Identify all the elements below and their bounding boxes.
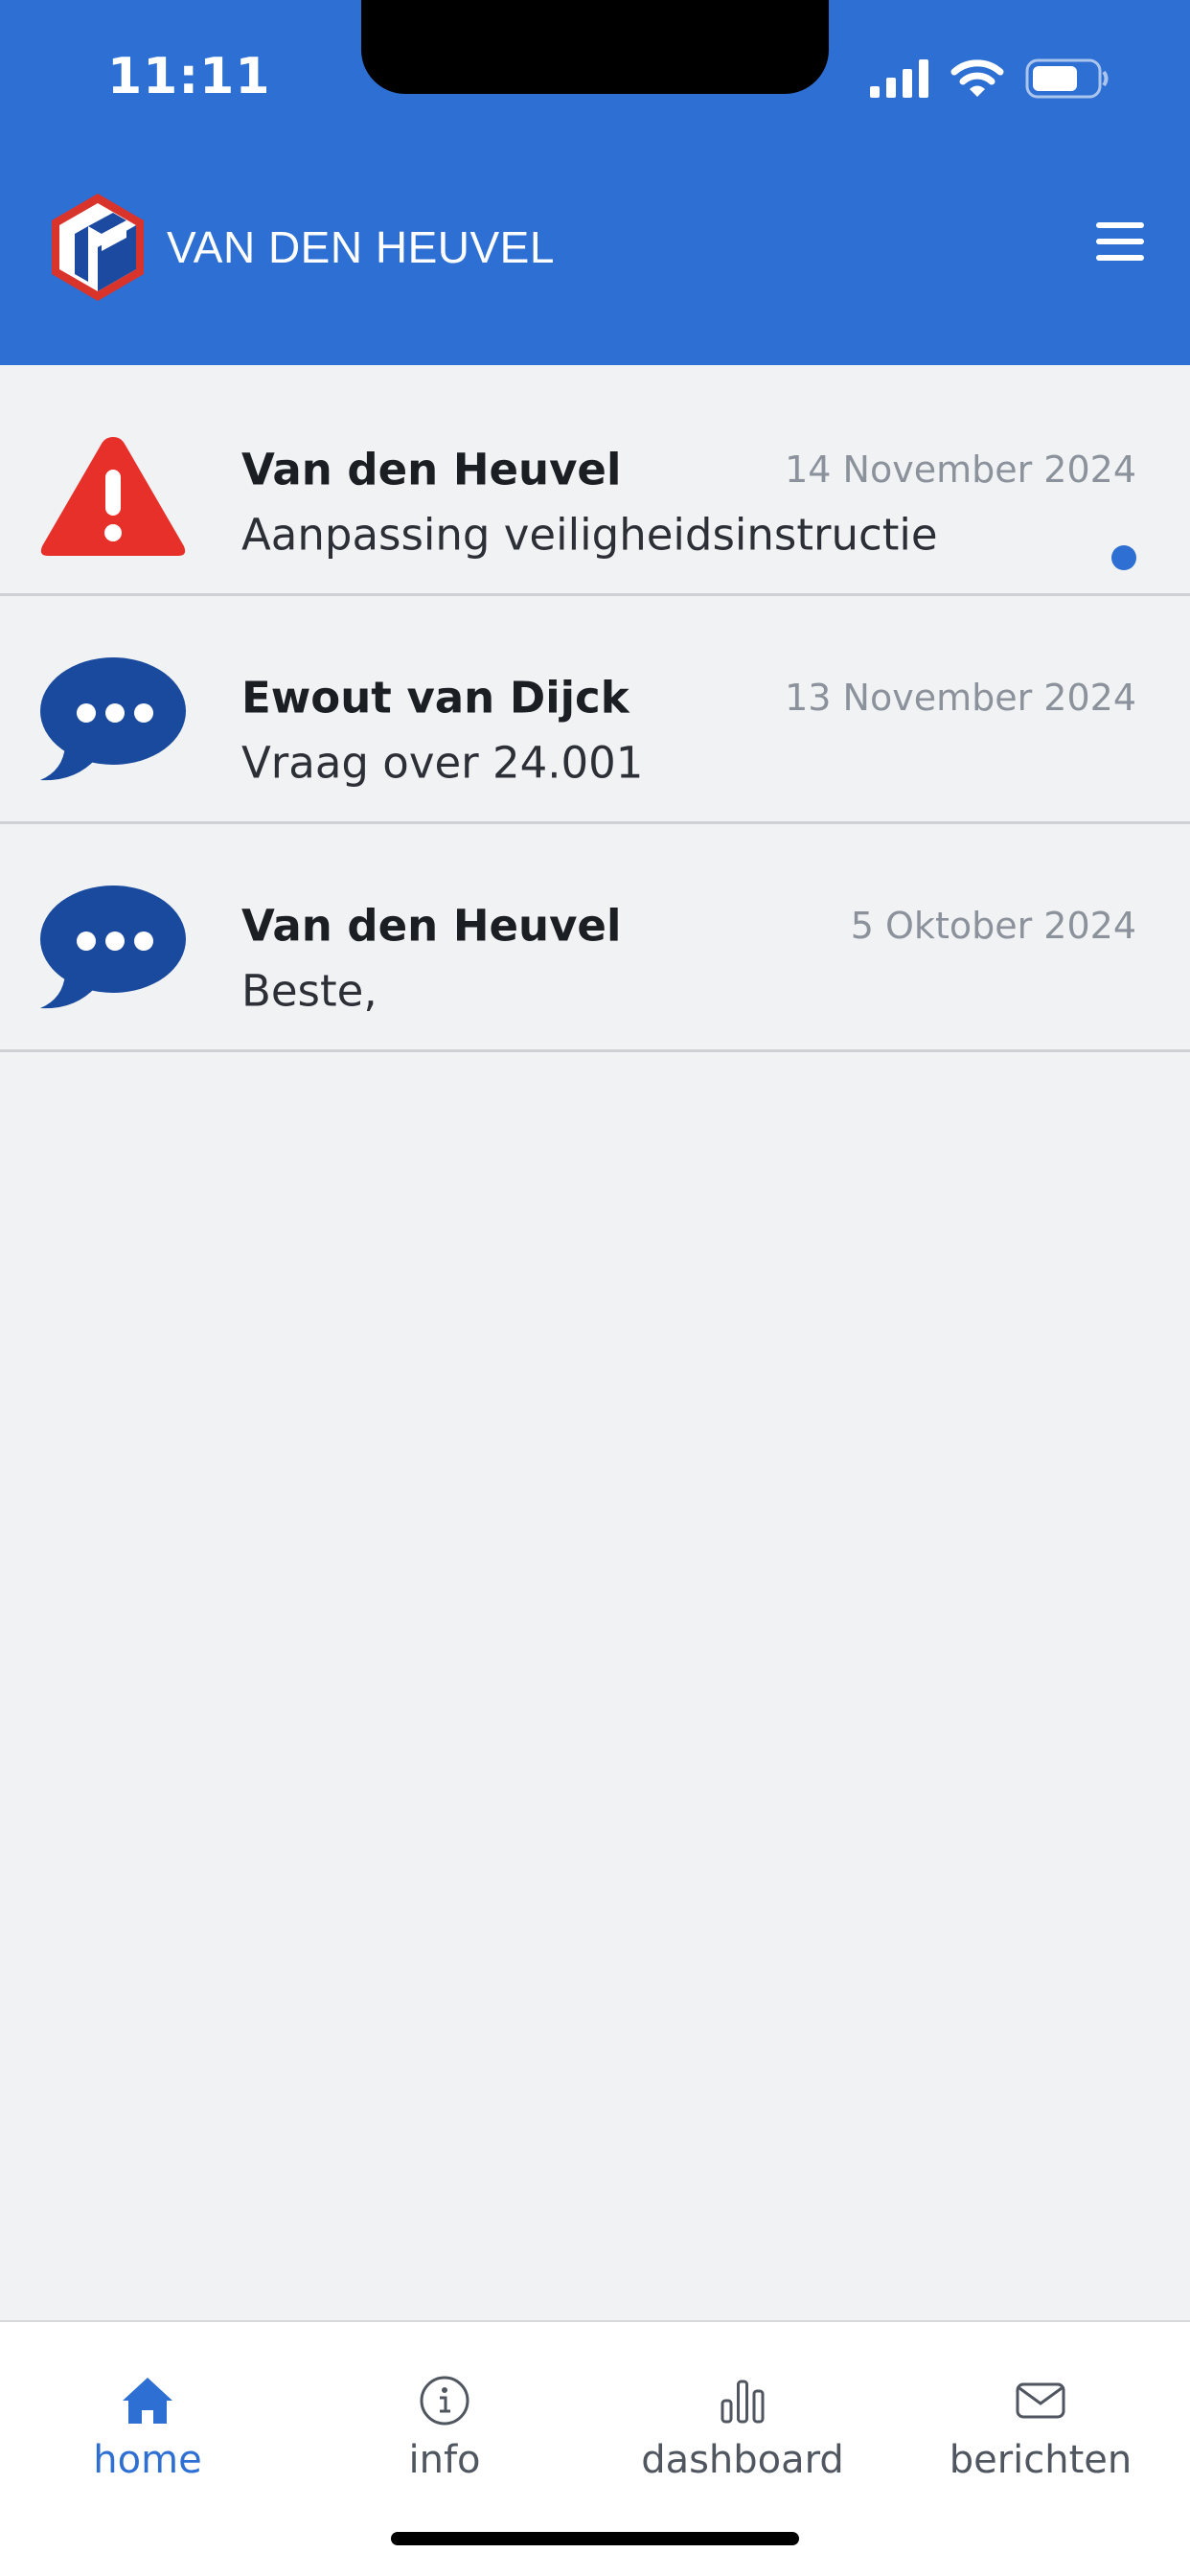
unread-indicator xyxy=(1111,545,1136,570)
message-sender: Ewout van Dijck xyxy=(241,672,629,724)
message-list: Van den Heuvel 14 November 2024 Aanpassi… xyxy=(0,368,1190,1052)
brand: VAN DEN HEUVEL xyxy=(46,190,555,305)
message-subject: Aanpassing veiligheidsinstructie xyxy=(241,509,938,561)
message-sender: Van den Heuvel xyxy=(241,900,622,952)
tab-label: dashboard xyxy=(641,2438,844,2482)
chat-bubble-icon xyxy=(40,657,186,781)
device-notch xyxy=(361,0,829,94)
tab-dashboard[interactable]: dashboard xyxy=(599,2357,886,2500)
status-time: 11:11 xyxy=(107,48,271,105)
message-sender: Van den Heuvel xyxy=(241,444,622,495)
home-indicator xyxy=(391,2532,799,2545)
tab-label: info xyxy=(408,2438,481,2482)
tab-home[interactable]: home xyxy=(4,2357,291,2500)
tab-label: berichten xyxy=(949,2438,1133,2482)
message-subject: Beste, xyxy=(241,965,378,1017)
bar-chart-icon xyxy=(721,2380,765,2424)
menu-button[interactable] xyxy=(1096,222,1144,264)
wifi-icon xyxy=(950,59,1004,97)
warning-icon xyxy=(40,437,186,556)
message-row[interactable]: Van den Heuvel 5 Oktober 2024 Beste, xyxy=(0,824,1190,1052)
message-row[interactable]: Van den Heuvel 14 November 2024 Aanpassi… xyxy=(0,368,1190,596)
tab-label: home xyxy=(93,2438,202,2482)
cellular-signal-icon xyxy=(870,59,928,98)
company-logo xyxy=(52,194,144,301)
message-date: 13 November 2024 xyxy=(785,677,1136,719)
envelope-icon xyxy=(1016,2382,1065,2419)
info-icon xyxy=(420,2376,469,2426)
message-date: 5 Oktober 2024 xyxy=(850,905,1136,947)
brand-name: VAN DEN HEUVEL xyxy=(167,222,555,272)
message-row[interactable]: Ewout van Dijck 13 November 2024 Vraag o… xyxy=(0,596,1190,824)
message-date: 14 November 2024 xyxy=(785,448,1136,491)
tab-berichten[interactable]: berichten xyxy=(897,2357,1184,2500)
tab-info[interactable]: info xyxy=(301,2357,588,2500)
message-subject: Vraag over 24.001 xyxy=(241,737,644,789)
chat-bubble-icon xyxy=(40,886,186,1009)
battery-icon xyxy=(1025,58,1109,99)
home-icon xyxy=(123,2378,172,2424)
app-header: 11:11 VAN DEN HEUVEL xyxy=(0,0,1190,365)
status-icons xyxy=(870,56,1110,102)
hamburger-icon xyxy=(1096,222,1144,228)
